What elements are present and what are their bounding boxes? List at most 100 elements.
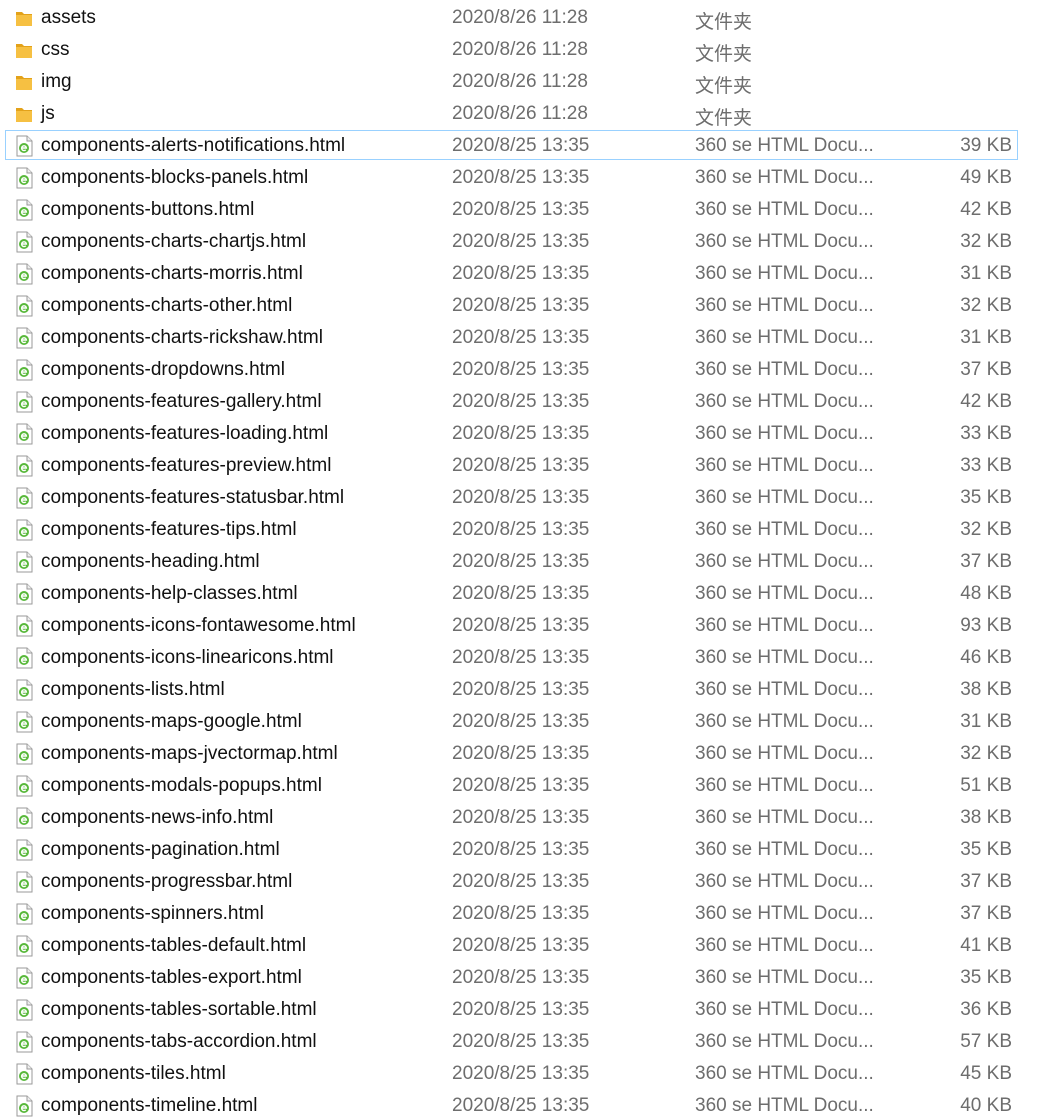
- file-row[interactable]: components-buttons.html 2020/8/25 13:35 36…: [5, 194, 1018, 224]
- file-row[interactable]: components-tiles.html 2020/8/25 13:35 360 …: [5, 1058, 1018, 1088]
- file-row[interactable]: components-spinners.html 2020/8/25 13:35 3…: [5, 898, 1018, 928]
- name: components-charts-chartjs.html: [41, 231, 307, 252]
- file-row[interactable]: components-tabs-accordion.html 2020/8/25 …: [5, 1026, 1018, 1056]
- file-type: 360 se HTML Docu...: [695, 583, 874, 604]
- date-modified: 2020/8/25 13:35: [452, 167, 590, 188]
- file-row[interactable]: components-news-info.html 2020/8/25 13:35…: [5, 802, 1018, 832]
- file-row[interactable]: components-maps-google.html 2020/8/25 13:…: [5, 706, 1018, 736]
- file-row[interactable]: components-pagination.html 2020/8/25 13:3…: [5, 834, 1018, 864]
- file-row[interactable]: components-progressbar.html 2020/8/25 13:…: [5, 866, 1018, 896]
- file-row[interactable]: components-modals-popups.html 2020/8/25 1…: [5, 770, 1018, 800]
- file-row[interactable]: components-heading.html 2020/8/25 13:35 36…: [5, 546, 1018, 576]
- name: components-features-tips.html: [41, 519, 297, 540]
- file-size: 93 KB: [960, 615, 1012, 636]
- name: components-features-statusbar.html: [41, 487, 345, 508]
- file-type: 360 se HTML Docu...: [695, 359, 874, 380]
- file-type: 360 se HTML Docu...: [695, 455, 874, 476]
- file-row[interactable]: components-icons-fontawesome.html 2020/8/…: [5, 610, 1018, 640]
- html-file-icon: [16, 519, 33, 541]
- name: components-news-info.html: [41, 807, 274, 828]
- file-row[interactable]: components-features-preview.html 2020/8/2…: [5, 450, 1018, 480]
- file-type: 文件夹: [695, 76, 753, 97]
- file-row[interactable]: components-icons-linearicons.html 2020/8/…: [5, 642, 1018, 672]
- name: components-features-preview.html: [41, 455, 332, 476]
- name: components-tables-default.html: [41, 935, 307, 956]
- html-file-icon: [16, 871, 33, 893]
- html-file-icon: [16, 807, 33, 829]
- file-type: 360 se HTML Docu...: [695, 199, 874, 220]
- file-row[interactable]: components-help-classes.html 2020/8/25 13…: [5, 578, 1018, 608]
- file-size: 57 KB: [960, 1031, 1012, 1052]
- name: components-charts-rickshaw.html: [41, 327, 323, 348]
- file-type: 360 se HTML Docu...: [695, 999, 874, 1020]
- file-size: 39 KB: [960, 135, 1012, 156]
- date-modified: 2020/8/25 13:35: [452, 807, 590, 828]
- file-size: 33 KB: [960, 455, 1012, 476]
- file-type: 360 se HTML Docu...: [695, 1031, 874, 1052]
- file-row[interactable]: components-dropdowns.html 2020/8/25 13:35…: [5, 354, 1018, 384]
- file-type: 360 se HTML Docu...: [695, 967, 874, 988]
- file-row[interactable]: components-features-statusbar.html 2020/8…: [5, 482, 1018, 512]
- file-row[interactable]: components-charts-morris.html 2020/8/25 1…: [5, 258, 1018, 288]
- file-type: 360 se HTML Docu...: [695, 647, 874, 668]
- file-row[interactable]: components-charts-rickshaw.html 2020/8/25…: [5, 322, 1018, 352]
- file-type: 360 se HTML Docu...: [695, 487, 874, 508]
- file-row[interactable]: components-tables-export.html 2020/8/25 1…: [5, 962, 1018, 992]
- file-type: 360 se HTML Docu...: [695, 711, 874, 732]
- html-file-icon: [16, 903, 33, 925]
- folder-row[interactable]: assets 2020/8/26 11:28 文件夹: [5, 2, 1018, 33]
- file-type: 360 se HTML Docu...: [695, 1095, 874, 1116]
- date-modified: 2020/8/25 13:35: [452, 615, 590, 636]
- file-row[interactable]: components-alerts-notifications.html 2020…: [5, 130, 1018, 160]
- date-modified: 2020/8/25 13:35: [452, 647, 590, 668]
- file-row[interactable]: components-charts-chartjs.html 2020/8/25 …: [5, 226, 1018, 256]
- name: components-spinners.html: [41, 903, 264, 924]
- name: components-features-gallery.html: [41, 391, 322, 412]
- date-modified: 2020/8/25 13:35: [452, 1095, 590, 1116]
- file-size: 36 KB: [960, 999, 1012, 1020]
- html-file-icon: [16, 455, 33, 477]
- html-file-icon: [16, 231, 33, 253]
- date-modified: 2020/8/25 13:35: [452, 583, 590, 604]
- folder-row[interactable]: img 2020/8/26 11:28 文件夹: [5, 66, 1018, 97]
- file-row[interactable]: components-tables-sortable.html 2020/8/25…: [5, 994, 1018, 1024]
- name: components-charts-morris.html: [41, 263, 303, 284]
- file-size: 35 KB: [960, 839, 1012, 860]
- file-row[interactable]: components-features-tips.html 2020/8/25 1…: [5, 514, 1018, 544]
- file-row[interactable]: components-blocks-panels.html 2020/8/25 1…: [5, 162, 1018, 192]
- file-type: 文件夹: [695, 108, 753, 129]
- folder-row[interactable]: css 2020/8/26 11:28 文件夹: [5, 34, 1018, 65]
- date-modified: 2020/8/25 13:35: [452, 327, 590, 348]
- file-type: 360 se HTML Docu...: [695, 1063, 874, 1084]
- date-modified: 2020/8/25 13:35: [452, 871, 590, 892]
- file-size: 37 KB: [960, 551, 1012, 572]
- file-size: 35 KB: [960, 967, 1012, 988]
- date-modified: 2020/8/26 11:28: [452, 71, 588, 92]
- file-row[interactable]: components-charts-other.html 2020/8/25 13…: [5, 290, 1018, 320]
- folder-icon: [16, 44, 32, 58]
- name: components-tables-sortable.html: [41, 999, 317, 1020]
- date-modified: 2020/8/25 13:35: [452, 999, 590, 1020]
- file-type: 文件夹: [695, 44, 753, 65]
- file-list: assets 2020/8/26 11:28 文件夹 css 2020/8/26 11:…: [0, 0, 1046, 1117]
- html-file-icon: [16, 423, 33, 445]
- name: components-tiles.html: [41, 1063, 226, 1084]
- name: components-help-classes.html: [41, 583, 298, 604]
- html-file-icon: [16, 295, 33, 317]
- file-type: 360 se HTML Docu...: [695, 327, 874, 348]
- file-row[interactable]: components-features-loading.html 2020/8/2…: [5, 418, 1018, 448]
- date-modified: 2020/8/25 13:35: [452, 935, 590, 956]
- name: components-features-loading.html: [41, 423, 329, 444]
- file-row[interactable]: components-tables-default.html 2020/8/25 …: [5, 930, 1018, 960]
- file-row[interactable]: components-timeline.html 2020/8/25 13:35 3…: [5, 1090, 1018, 1120]
- folder-row[interactable]: js 2020/8/26 11:28 文件夹: [5, 98, 1018, 129]
- file-size: 51 KB: [960, 775, 1012, 796]
- name: components-buttons.html: [41, 199, 255, 220]
- date-modified: 2020/8/25 13:35: [452, 359, 590, 380]
- file-row[interactable]: components-features-gallery.html 2020/8/2…: [5, 386, 1018, 416]
- file-row[interactable]: components-maps-jvectormap.html 2020/8/25…: [5, 738, 1018, 768]
- html-file-icon: [16, 551, 33, 573]
- file-size: 32 KB: [960, 743, 1012, 764]
- html-file-icon: [16, 1031, 33, 1053]
- file-row[interactable]: components-lists.html 2020/8/25 13:35 360 …: [5, 674, 1018, 704]
